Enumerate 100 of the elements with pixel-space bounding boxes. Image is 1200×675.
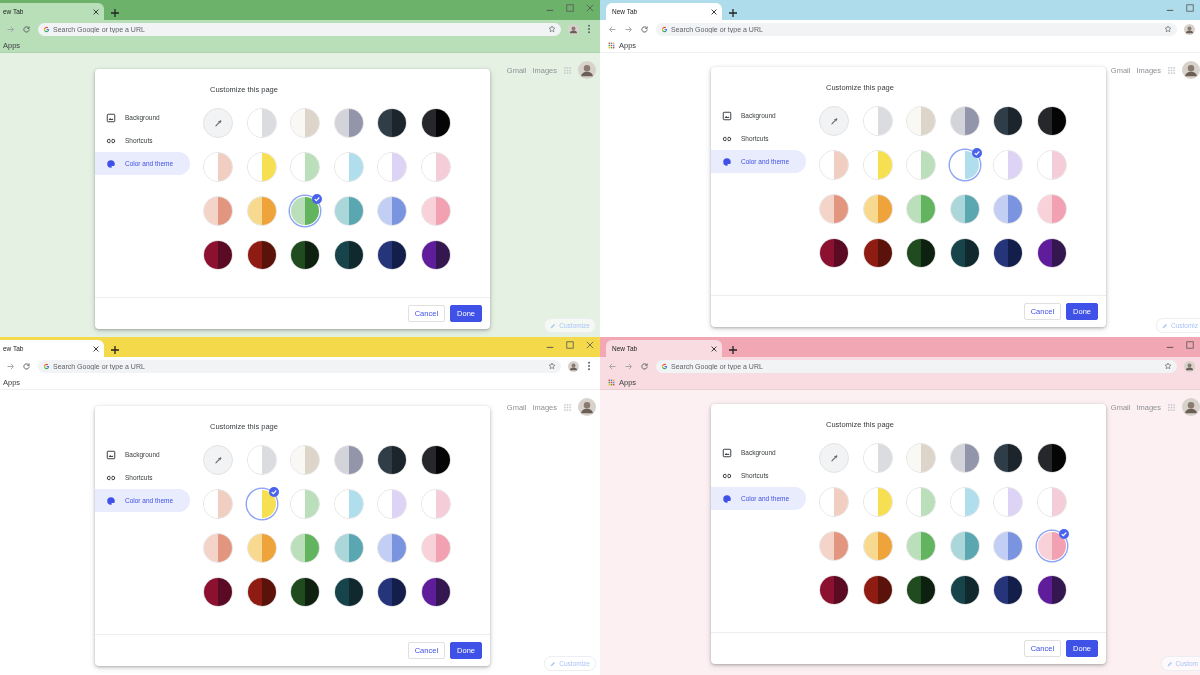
menu-icon[interactable]: [587, 24, 591, 34]
reload-icon[interactable]: [21, 361, 31, 371]
color-swatch[interactable]: [906, 150, 937, 180]
color-swatch[interactable]: [906, 443, 937, 473]
color-swatch[interactable]: [949, 531, 980, 561]
maximize-icon[interactable]: [1186, 341, 1194, 349]
color-swatch[interactable]: [377, 533, 408, 563]
color-swatch[interactable]: [1036, 194, 1067, 224]
color-swatch[interactable]: [1036, 150, 1067, 180]
color-swatch[interactable]: [377, 240, 408, 270]
forward-arrow-icon[interactable]: [5, 361, 15, 371]
color-swatch[interactable]: [420, 108, 451, 138]
color-swatch[interactable]: [246, 240, 277, 270]
reload-icon[interactable]: [21, 24, 31, 34]
color-swatch[interactable]: [906, 531, 937, 561]
color-swatch[interactable]: [203, 489, 233, 519]
color-swatch[interactable]: [862, 575, 893, 605]
color-swatch[interactable]: [377, 108, 408, 138]
color-swatch[interactable]: [819, 150, 849, 180]
color-swatch[interactable]: [993, 487, 1024, 517]
forward-arrow-icon[interactable]: [623, 361, 633, 371]
color-swatch[interactable]: [949, 487, 980, 517]
reload-icon[interactable]: [639, 24, 649, 34]
color-swatch[interactable]: [819, 487, 849, 517]
color-swatch[interactable]: [993, 531, 1024, 561]
profile-avatar[interactable]: [567, 23, 579, 35]
color-swatch[interactable]: [420, 533, 451, 563]
color-swatch[interactable]: [290, 533, 321, 563]
menu-icon[interactable]: [587, 361, 591, 371]
color-swatch[interactable]: [993, 194, 1024, 224]
account-avatar[interactable]: [1182, 61, 1200, 79]
account-avatar[interactable]: [578, 61, 596, 79]
color-swatch[interactable]: [819, 194, 849, 224]
color-swatch[interactable]: [993, 238, 1024, 268]
color-swatch[interactable]: [949, 194, 980, 224]
color-swatch[interactable]: [290, 577, 321, 607]
color-swatch[interactable]: [1036, 575, 1067, 605]
maximize-icon[interactable]: [566, 4, 574, 12]
color-swatch[interactable]: [993, 443, 1024, 473]
color-swatch[interactable]: [203, 196, 233, 226]
color-swatch[interactable]: [246, 196, 277, 226]
color-swatch[interactable]: [333, 108, 364, 138]
color-swatch[interactable]: [203, 577, 233, 607]
color-swatch[interactable]: [203, 445, 233, 475]
color-swatch[interactable]: [906, 238, 937, 268]
forward-arrow-icon[interactable]: [623, 24, 633, 34]
color-swatch[interactable]: [862, 238, 893, 268]
color-swatch[interactable]: [377, 489, 408, 519]
color-swatch[interactable]: [906, 575, 937, 605]
color-swatch[interactable]: [333, 489, 364, 519]
close-icon[interactable]: [586, 341, 594, 349]
color-swatch[interactable]: [246, 108, 277, 138]
color-swatch[interactable]: [246, 445, 277, 475]
color-swatch[interactable]: [420, 240, 451, 270]
color-swatch[interactable]: [377, 152, 408, 182]
color-swatch[interactable]: [333, 196, 364, 226]
color-swatch[interactable]: [949, 443, 980, 473]
color-swatch[interactable]: [1036, 443, 1067, 473]
color-swatch[interactable]: [862, 106, 893, 136]
color-swatch[interactable]: [420, 489, 451, 519]
back-arrow-icon[interactable]: [607, 24, 617, 34]
color-swatch[interactable]: [203, 240, 233, 270]
color-swatch[interactable]: [377, 445, 408, 475]
color-swatch[interactable]: [862, 487, 893, 517]
reload-icon[interactable]: [639, 361, 649, 371]
color-swatch[interactable]: [290, 445, 321, 475]
maximize-icon[interactable]: [566, 341, 574, 349]
new-tab-icon[interactable]: [729, 9, 737, 17]
tab-close-icon[interactable]: [93, 8, 99, 15]
color-swatch[interactable]: [1036, 106, 1067, 136]
profile-avatar[interactable]: [1183, 360, 1195, 372]
color-swatch[interactable]: [333, 577, 364, 607]
maximize-icon[interactable]: [1186, 4, 1194, 12]
color-swatch[interactable]: [333, 152, 364, 182]
profile-avatar[interactable]: [567, 360, 579, 372]
color-swatch[interactable]: [949, 238, 980, 268]
color-swatch[interactable]: [333, 533, 364, 563]
back-arrow-icon[interactable]: [607, 361, 617, 371]
account-avatar[interactable]: [578, 398, 596, 416]
color-swatch[interactable]: [420, 152, 451, 182]
color-swatch[interactable]: [420, 577, 451, 607]
forward-arrow-icon[interactable]: [5, 24, 15, 34]
color-swatch[interactable]: [246, 577, 277, 607]
color-swatch[interactable]: [906, 106, 937, 136]
color-swatch[interactable]: [420, 445, 451, 475]
color-swatch[interactable]: [377, 577, 408, 607]
color-swatch[interactable]: [906, 194, 937, 224]
color-swatch[interactable]: [377, 196, 408, 226]
color-swatch[interactable]: [290, 108, 321, 138]
color-swatch[interactable]: [203, 108, 233, 138]
color-swatch[interactable]: [819, 575, 849, 605]
account-avatar[interactable]: [1182, 398, 1200, 416]
color-swatch[interactable]: [290, 240, 321, 270]
color-swatch[interactable]: [290, 152, 321, 182]
color-swatch[interactable]: [333, 445, 364, 475]
color-swatch[interactable]: [203, 152, 233, 182]
color-swatch[interactable]: [819, 106, 849, 136]
color-swatch[interactable]: [203, 533, 233, 563]
color-swatch[interactable]: [949, 106, 980, 136]
color-swatch[interactable]: [333, 240, 364, 270]
